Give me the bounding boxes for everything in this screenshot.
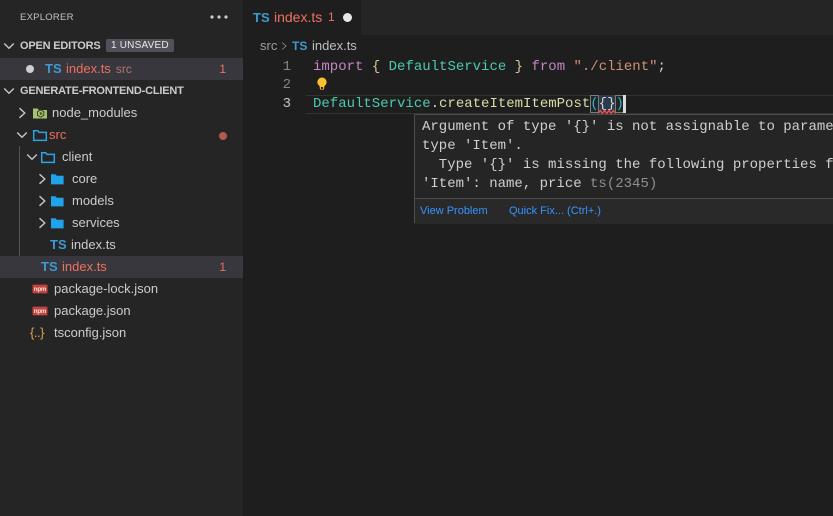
svg-text:npm: npm [34,308,47,315]
svg-text:npm: npm [34,286,47,293]
